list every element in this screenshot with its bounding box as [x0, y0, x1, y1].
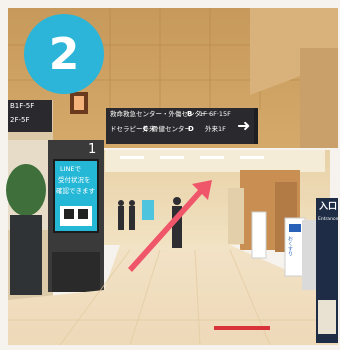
photo-frame: 2 救命救急センター・外傷センター B 1F·6F·15F ドセラピー外来 C …: [0, 0, 340, 350]
kiosk-text-line2: 受付状況を: [58, 176, 91, 184]
overhead-sign-mid: 骨健センター: [152, 125, 191, 133]
step-number-badge: 2: [24, 14, 104, 94]
overhead-sign-floors: 1F·6F·15F: [199, 110, 231, 118]
kiosk-text-line3: 確認できます: [56, 187, 95, 195]
overhead-sign-badge-d: D: [188, 125, 194, 133]
left-sign-line2: 2F-5F: [10, 116, 30, 124]
entrance-sign-jp: 入口: [319, 202, 338, 212]
overhead-sign-outpatient: 外来1F: [205, 125, 226, 133]
overhead-sign-badge-c: C: [143, 125, 149, 133]
overhead-sign-line2: ドセラピー外来: [110, 125, 156, 133]
entrance-sign-en: Entrance: [318, 217, 339, 222]
info-stand-text: おくすり: [287, 236, 293, 256]
left-sign-line1: B1F-5F: [10, 102, 35, 110]
overhead-sign-badge-b: B: [187, 110, 193, 118]
pillar-floor-label: 1: [88, 142, 97, 157]
right-arrow-icon: ➜: [237, 116, 251, 135]
kiosk-text-line1: LINEで: [60, 165, 82, 173]
overhead-sign-line1: 救命救急センター・外傷センター: [110, 110, 208, 118]
